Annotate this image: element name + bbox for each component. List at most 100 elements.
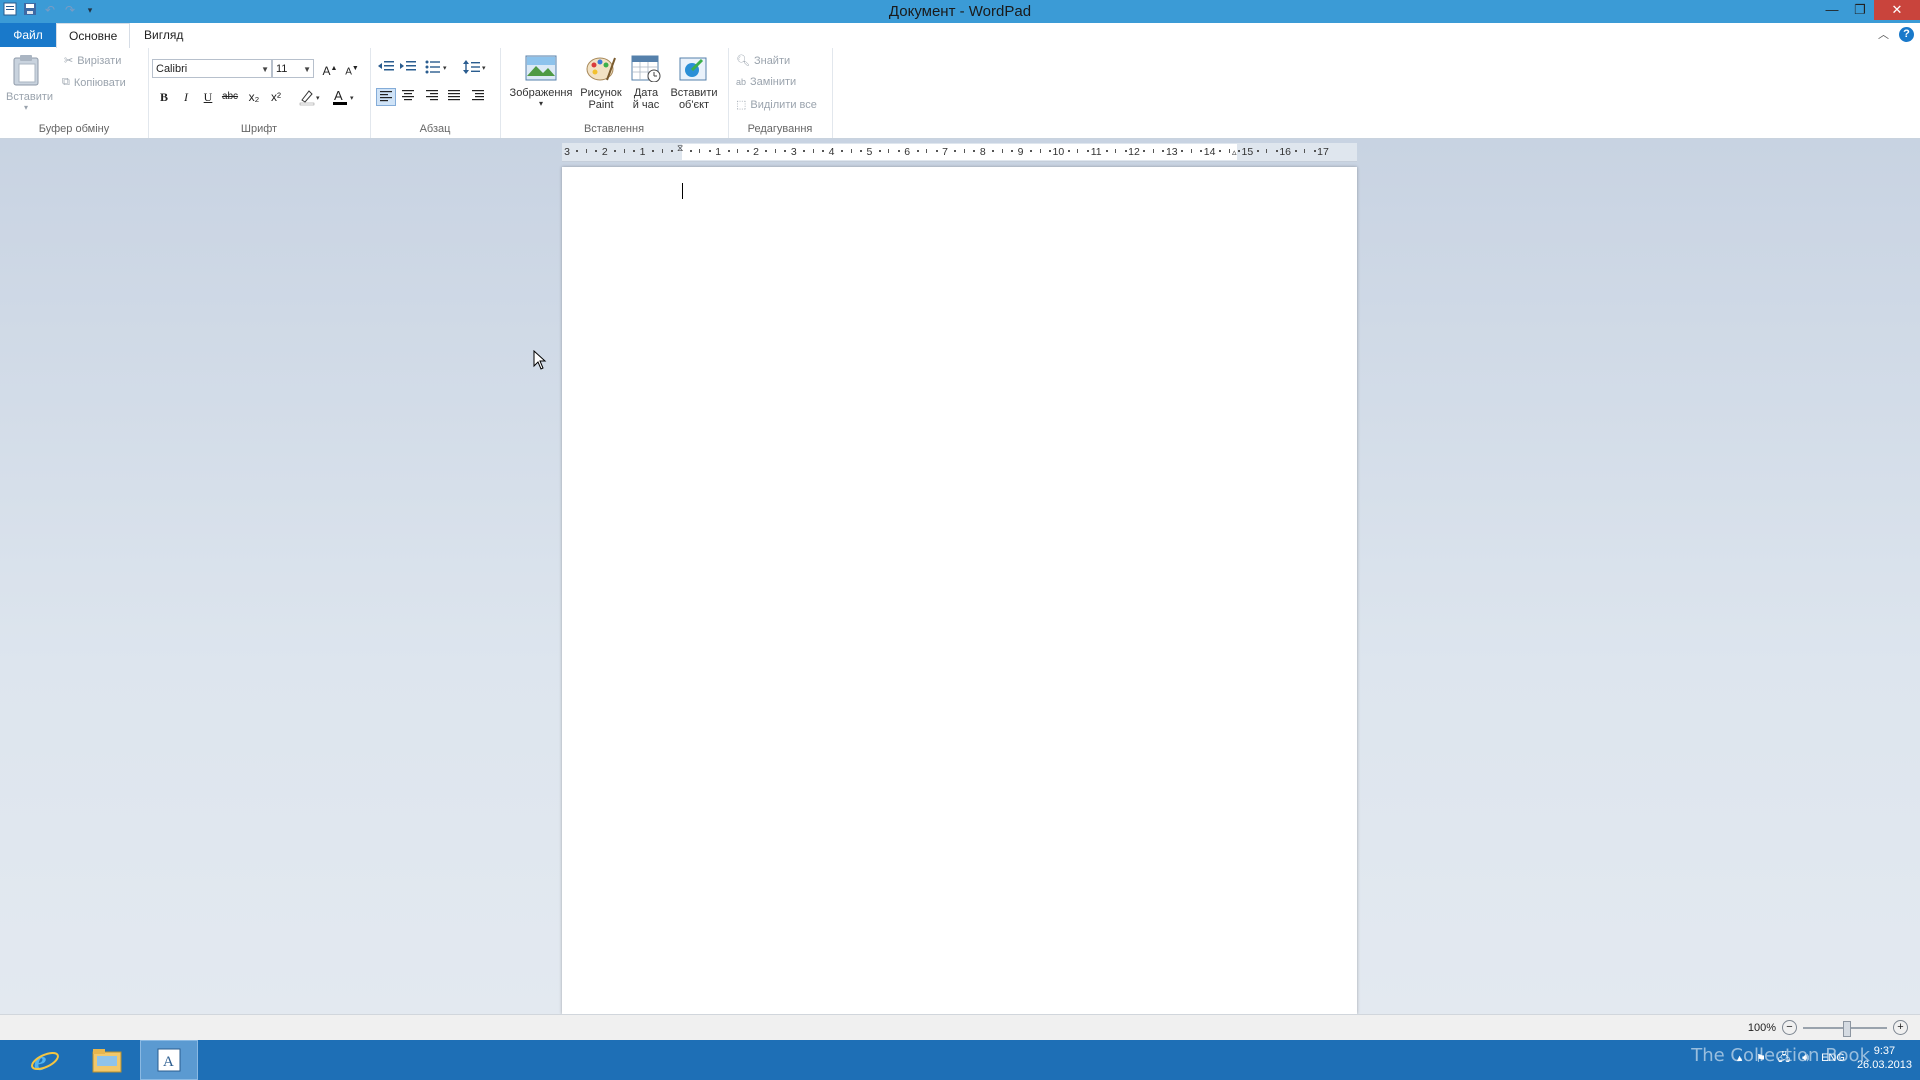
copy-button[interactable]: ⧉ Копіювати — [62, 76, 126, 89]
align-left-icon[interactable] — [376, 88, 396, 106]
close-icon[interactable]: ✕ — [1874, 0, 1920, 20]
ruler-tick-mark — [1181, 150, 1184, 152]
volume-icon[interactable]: 🔊︎ — [1802, 1052, 1809, 1065]
ruler-tick-label: 12 — [1128, 146, 1140, 158]
language-indicator[interactable]: ENG — [1821, 1052, 1845, 1064]
insert-object-label-line2: об'єкт — [678, 99, 710, 111]
font-size-value: 11 — [276, 63, 288, 75]
right-indent-icon[interactable]: ▵ — [1232, 147, 1237, 158]
wordpad-taskbar-icon[interactable]: A — [140, 1040, 198, 1080]
network-icon[interactable]: 🖧︎ — [1778, 1049, 1790, 1068]
zoom-out-icon[interactable]: − — [1782, 1020, 1797, 1035]
ruler-tick-mark — [576, 150, 579, 152]
align-right-icon[interactable] — [422, 88, 442, 106]
underline-button[interactable]: U — [198, 88, 218, 106]
ruler-tick-mark — [1266, 149, 1268, 153]
ruler-tick-mark — [1105, 150, 1108, 152]
ruler-tick-mark — [708, 150, 711, 152]
shrink-font-icon[interactable]: A▼ — [342, 60, 362, 78]
italic-button[interactable]: I — [176, 88, 196, 106]
font-size-select[interactable]: 11 ▼ — [272, 59, 314, 78]
editing-group-label: Редагування — [747, 123, 813, 135]
ruler-tick-mark — [888, 149, 890, 153]
minimize-icon[interactable]: — — [1818, 0, 1846, 20]
ruler-tick-mark — [897, 150, 900, 152]
paste-label: Вставити — [6, 91, 54, 103]
zoom-slider-thumb[interactable] — [1843, 1020, 1851, 1037]
font-group-label: Шрифт — [240, 123, 278, 135]
ruler-tick-label: 11 — [1090, 146, 1102, 158]
paint-drawing-button[interactable]: Рисунок Paint — [578, 54, 624, 111]
highlight-color-button[interactable]: ▾ — [296, 88, 324, 106]
show-hidden-icons-icon[interactable]: ▲ — [1735, 1053, 1744, 1063]
justify-icon[interactable] — [444, 88, 464, 106]
copy-icon: ⧉ — [62, 76, 70, 88]
date-time-button[interactable]: Дата й час — [626, 54, 666, 111]
ruler-tick-label: 4 — [828, 146, 835, 158]
insert-group: Зображення ▾ Рисунок Paint Дата й час Вс… — [500, 48, 729, 138]
minimize-ribbon-icon[interactable]: ︿ — [1878, 26, 1889, 42]
zoom-in-icon[interactable]: + — [1893, 1020, 1908, 1035]
ruler-tick-mark — [1219, 150, 1222, 152]
clock[interactable]: 9:37 26.03.2013 — [1857, 1044, 1912, 1072]
restore-icon[interactable]: ❐ — [1846, 0, 1874, 20]
ruler-tick-mark — [670, 150, 673, 152]
decrease-indent-icon[interactable] — [376, 60, 396, 78]
insert-picture-button[interactable]: Зображення ▾ — [506, 54, 576, 108]
paragraph-settings-icon[interactable] — [468, 88, 488, 106]
highlighter-icon: ▾ — [299, 90, 320, 106]
find-button[interactable]: 🔍︎ Знайти — [736, 54, 790, 68]
tab-file[interactable]: Файл — [0, 23, 56, 47]
first-line-indent-icon[interactable]: ⧖ — [677, 143, 683, 154]
ruler-tick-mark — [1294, 150, 1297, 152]
help-icon[interactable]: ? — [1899, 26, 1914, 42]
superscript-button[interactable]: x² — [266, 88, 286, 106]
ruler-tick-label: 8 — [979, 146, 986, 158]
font-color-button[interactable]: A ▾ — [330, 88, 358, 106]
zoom-level: 100% — [1747, 1021, 1776, 1034]
file-explorer-icon[interactable] — [78, 1040, 136, 1080]
clock-date: 26.03.2013 — [1856, 1059, 1912, 1071]
font-family-value: Calibri — [156, 63, 188, 75]
align-center-icon[interactable] — [398, 88, 418, 106]
document-page[interactable] — [562, 167, 1357, 1014]
ruler-tick-label: 15 — [1241, 146, 1254, 158]
bullets-icon[interactable]: ▾ — [424, 60, 452, 78]
ruler-tick-mark — [822, 150, 825, 152]
font-family-select[interactable]: Calibri ▼ — [152, 59, 272, 78]
grow-font-icon[interactable]: A▲ — [320, 60, 340, 78]
paste-button[interactable]: Вставити ▾ — [6, 54, 54, 112]
zoom-slider[interactable] — [1803, 1020, 1887, 1037]
strikethrough-button[interactable]: abc — [220, 88, 240, 106]
ruler-tick-mark — [812, 149, 814, 153]
ruler-tick-mark — [652, 150, 655, 152]
tab-home[interactable]: Основне — [56, 23, 131, 49]
insert-object-button[interactable]: Вставити об'єкт — [668, 54, 720, 111]
ruler-tick-mark — [992, 150, 995, 152]
ruler-tick-mark — [1190, 149, 1192, 153]
ruler[interactable]: ⧖ ▵ 3 2 1 1 2 3 4 5 6 7 8 9 10 11 12 13 14 15 16 17 — [562, 143, 1357, 162]
ruler-tick-mark — [623, 149, 625, 153]
replace-button[interactable]: ab Замінити — [736, 76, 796, 88]
system-tray: ▲ ⚑ 🖧︎ 🔊︎ ENG 9:37 26.03.2013 — [1735, 1044, 1912, 1072]
bold-button[interactable]: B — [154, 88, 174, 106]
ruler-tick-mark — [1228, 149, 1230, 153]
ruler-tick-mark — [737, 149, 739, 153]
internet-explorer-icon[interactable]: e — [16, 1040, 74, 1080]
cut-button[interactable]: ✂ Вирізати — [64, 54, 121, 68]
line-spacing-icon[interactable]: ▾ — [462, 60, 490, 78]
increase-indent-icon[interactable] — [398, 60, 418, 78]
svg-text:▾: ▾ — [443, 65, 447, 72]
ruler-tick-label: 14 — [1203, 146, 1216, 158]
ruler-tick-mark — [746, 150, 749, 152]
ruler-tick-label: 2 — [753, 146, 759, 158]
subscript-button[interactable]: x₂ — [244, 88, 264, 106]
title-bar: ↶ ↷ ▾ Документ - WordPad — ❐ ✕ — [0, 0, 1920, 23]
ruler-tick-mark — [916, 150, 919, 152]
insert-object-label-line1: Вставити — [670, 87, 718, 99]
tab-view[interactable]: Вигляд — [132, 23, 195, 47]
select-all-button[interactable]: ⬚ Виділити все — [736, 98, 817, 112]
select-all-icon: ⬚ — [736, 99, 747, 111]
action-center-flag-icon[interactable]: ⚑ — [1756, 1052, 1766, 1065]
ribbon: Вставити ▾ ✂ Вирізати ⧉ Копіювати Буфер … — [0, 48, 1920, 139]
